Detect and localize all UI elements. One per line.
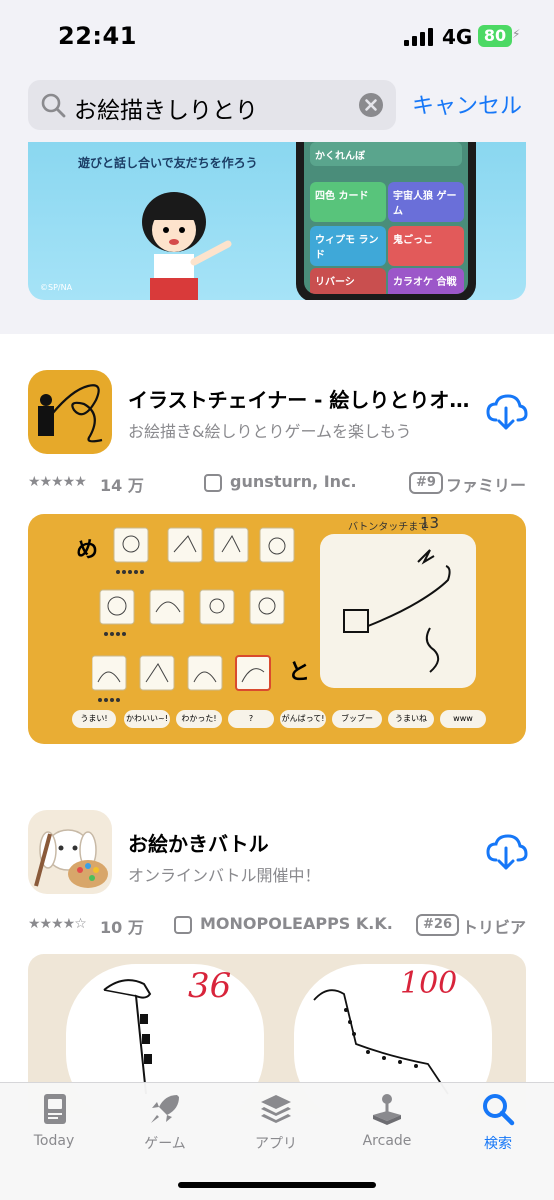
search-query: お絵描きしりとり: [74, 98, 258, 124]
banner-caption: 遊びと話し合いで友だちを作ろう: [78, 156, 258, 170]
rating-stars: ★★★★★: [28, 474, 87, 490]
cancel-button[interactable]: キャンセル: [412, 88, 522, 120]
search-input[interactable]: お絵描きしりとり: [28, 80, 396, 130]
chat-bubble: www: [440, 710, 486, 728]
tab-search[interactable]: 検索: [448, 1091, 548, 1161]
phone-screen: かくれんぼ 四色 カード 宇宙人狼 ゲーム ウィプモ ランド 鬼ごっこ リバーシ…: [304, 142, 468, 294]
network-type: 4G: [442, 25, 473, 49]
category-label: ファミリー: [446, 476, 527, 495]
rating-count: 10 万: [100, 918, 144, 937]
tab-label: Arcade: [362, 1133, 412, 1149]
tab-label: アプリ: [255, 1136, 297, 1152]
rank-badge: #9: [409, 472, 443, 494]
tile-karaoke: カラオケ 合戦: [388, 268, 464, 294]
chat-bubble: ブッブー: [332, 710, 382, 728]
score-left: 36: [188, 966, 232, 1006]
download-cloud-icon[interactable]: [484, 390, 528, 434]
baton-counter: 13: [420, 514, 440, 532]
chat-bubble: うまい!: [72, 710, 116, 728]
developer-name[interactable]: MONOPOLEAPPS K.K.: [200, 914, 393, 933]
charging-icon: ⚡: [512, 27, 521, 41]
search-icon: [483, 1094, 515, 1126]
app-icon-illustchainer[interactable]: [28, 370, 112, 454]
tab-apps[interactable]: アプリ: [226, 1091, 326, 1161]
tile-wipmo-land: ウィプモ ランド: [310, 226, 386, 266]
tab-arcade[interactable]: Arcade: [337, 1091, 437, 1161]
rating-count: 14 万: [100, 476, 144, 495]
developer-icon: [204, 474, 222, 492]
app-title[interactable]: お絵かきバトル: [128, 828, 269, 857]
app-screenshot[interactable]: め と バトンタッチまで 13 うまい! かわいい~! わかった! ? がんばっ…: [28, 514, 526, 744]
tab-label: 検索: [484, 1136, 512, 1152]
rank-badge: #26: [416, 914, 459, 936]
chain-end-char: と: [288, 660, 311, 685]
tab-games[interactable]: ゲーム: [115, 1091, 215, 1161]
score-right: 100: [400, 966, 458, 1001]
tile-hide-and-seek: かくれんぼ: [310, 142, 462, 166]
today-icon: [44, 1094, 66, 1124]
tab-today[interactable]: Today: [4, 1091, 104, 1161]
banner-section: 遊びと話し合いで友だちを作ろう かくれんぼ 四色 カード 宇宙人狼 ゲーム ウィ…: [0, 142, 554, 334]
layers-icon: [261, 1095, 291, 1123]
drawing-canvas: [320, 534, 476, 688]
app-meta-row: ★★★★☆ 10 万 MONOPOLEAPPS K.K. #26 トリビア: [28, 912, 526, 942]
chat-bubble: うまいね: [388, 710, 434, 728]
chat-bubble: ?: [228, 710, 274, 728]
baton-header: バトンタッチまで: [348, 522, 429, 533]
joystick-icon: [373, 1094, 401, 1125]
app-subtitle: お絵描き&絵しりとりゲームを楽しもう: [128, 422, 412, 441]
character-illustration: [142, 192, 232, 300]
rocket-icon: [151, 1095, 179, 1123]
app-subtitle: オンラインバトル開催中！: [128, 866, 321, 885]
home-indicator[interactable]: [178, 1182, 376, 1188]
banner-copyright: ©SP/NA: [40, 283, 73, 292]
chat-bubble: がんばって!: [280, 710, 326, 728]
phone-mockup: かくれんぼ 四色 カード 宇宙人狼 ゲーム ウィプモ ランド 鬼ごっこ リバーシ…: [296, 142, 476, 300]
clear-icon[interactable]: [358, 92, 384, 118]
developer-name[interactable]: gunsturn, Inc.: [230, 472, 357, 491]
battery-icon: 80: [478, 25, 512, 47]
developer-icon: [174, 916, 192, 934]
category-label: トリビア: [462, 918, 527, 937]
tile-four-color: 四色 カード: [310, 182, 386, 222]
chat-bubble: わかった!: [176, 710, 222, 728]
signal-icon: [404, 28, 436, 46]
chat-bubble: かわいい~!: [124, 710, 170, 728]
search-header: お絵描きしりとり キャンセル: [0, 72, 554, 142]
tab-label: ゲーム: [144, 1136, 186, 1152]
promo-banner[interactable]: 遊びと話し合いで友だちを作ろう かくれんぼ 四色 カード 宇宙人狼 ゲーム ウィ…: [28, 142, 526, 300]
search-icon: [41, 93, 66, 118]
download-cloud-icon[interactable]: [484, 830, 528, 874]
rating-stars: ★★★★☆: [28, 916, 87, 932]
app-icon-oekaki-battle[interactable]: [28, 810, 112, 894]
tile-space-werewolf: 宇宙人狼 ゲーム: [388, 182, 464, 222]
drawing-chain-grid: [92, 527, 295, 702]
status-bar: 22:41 4G 80 ⚡: [0, 0, 554, 72]
app-meta-row: ★★★★★ 14 万 gunsturn, Inc. #9 ファミリー: [28, 470, 526, 500]
tile-reversi: リバーシ: [310, 268, 386, 294]
tab-label: Today: [33, 1133, 75, 1149]
app-title[interactable]: イラストチェイナー - 絵しりとりオ…: [128, 384, 469, 413]
tile-tag: 鬼ごっこ: [388, 226, 464, 266]
chat-reactions: うまい! かわいい~! わかった! ? がんばって! ブッブー うまいね www: [72, 710, 492, 730]
status-time: 22:41: [58, 22, 137, 50]
